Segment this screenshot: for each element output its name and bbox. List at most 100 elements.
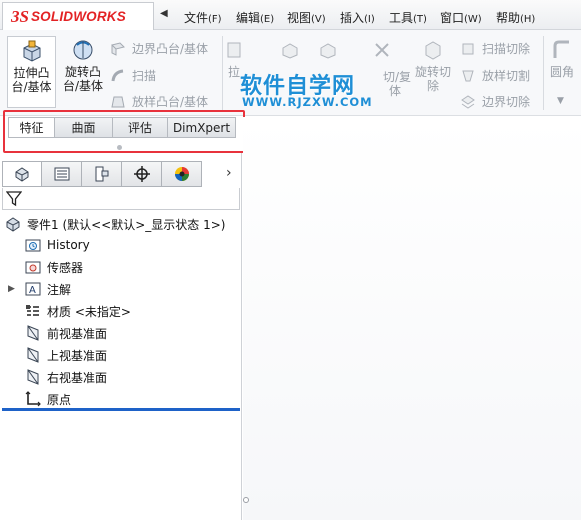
menu-insert[interactable]: 插入(I) xyxy=(340,9,375,26)
menu-help[interactable]: 帮助(H) xyxy=(496,9,535,26)
ds-logo-icon: 3S xyxy=(11,6,29,26)
splitter-handle[interactable] xyxy=(117,145,122,150)
tree-root-label: 零件1 (默认<<默认>_显示状态 1>) xyxy=(27,217,226,232)
svg-text:A: A xyxy=(29,285,36,296)
tree-item-annotations[interactable]: A 注解 xyxy=(24,280,71,298)
rollback-bar[interactable] xyxy=(2,408,240,411)
fillet-dropdown-arrow-icon[interactable]: ▼ xyxy=(557,96,564,106)
menu-window[interactable]: 窗口(W) xyxy=(440,9,482,26)
tree-item-label: 材质 <未指定> xyxy=(47,304,131,319)
revolve-boss-label-2: 台/基体 xyxy=(62,79,104,93)
tab-configuration-manager[interactable] xyxy=(82,161,122,187)
tree-item-origin[interactable]: 原点 xyxy=(24,390,71,408)
revolve-cut-button[interactable]: 旋转切 除 xyxy=(410,36,456,93)
sweep-button[interactable]: 扫描 xyxy=(110,67,156,84)
solidworks-logo[interactable]: 3S SOLIDWORKS xyxy=(2,2,154,30)
plane-icon xyxy=(24,368,42,386)
tree-item-label: History xyxy=(47,238,90,252)
toolbar-separator xyxy=(543,36,544,110)
pane-scroll-right-icon[interactable]: › xyxy=(226,165,232,181)
revolve-boss-label-1: 旋转凸 xyxy=(64,65,101,79)
boundary-boss-icon xyxy=(111,41,125,56)
feature-filter-bar[interactable] xyxy=(2,188,240,210)
loft-cut-icon[interactable] xyxy=(372,40,392,60)
hole-wizard-icon[interactable] xyxy=(280,40,300,60)
annotation-icon: A xyxy=(24,280,42,298)
sweep-cut-icon xyxy=(462,43,474,54)
tree-item-top-plane[interactable]: 上视基准面 xyxy=(24,346,107,364)
history-icon xyxy=(24,236,42,254)
app-name: SOLIDWORKS xyxy=(30,9,126,24)
revolve-cut-partial-icon[interactable] xyxy=(318,40,338,60)
toolbar-separator xyxy=(222,36,223,110)
boundary-cut-icon xyxy=(461,94,475,109)
property-list-icon xyxy=(54,167,69,181)
expand-annotations-icon[interactable]: ▶ xyxy=(8,284,15,294)
loft-cut-label-2: 体 xyxy=(389,84,402,98)
extrude-cut-label: 拉 xyxy=(227,65,240,79)
loft-boss-icon xyxy=(111,96,125,107)
tree-item-right-plane[interactable]: 右视基准面 xyxy=(24,368,107,386)
fillet-label: 圆角 xyxy=(549,65,574,79)
plane-icon xyxy=(24,346,42,364)
boundary-boss-label: 边界凸台/基体 xyxy=(132,42,209,56)
graphics-area[interactable] xyxy=(243,117,581,520)
lofted-cut-label: 放样切割 xyxy=(482,69,531,83)
color-wheel-icon xyxy=(174,167,189,181)
tree-item-label: 上视基准面 xyxy=(47,348,108,363)
menu-collapse-arrow-icon[interactable]: ◀ xyxy=(160,8,168,19)
menu-edit[interactable]: 编辑(E) xyxy=(236,9,274,26)
watermark-url: WWW.RJZXW.COM xyxy=(242,95,373,109)
sweep-cut-button[interactable]: 扫描切除 xyxy=(460,40,530,57)
tree-item-sensors[interactable]: 传感器 xyxy=(24,258,83,276)
loft-boss-button[interactable]: 放样凸台/基体 xyxy=(110,93,208,110)
tree-item-label: 前视基准面 xyxy=(47,326,108,341)
feature-tree-icon xyxy=(15,167,29,182)
revolve-cut-label-1: 旋转切 xyxy=(414,65,451,79)
tree-item-label: 注解 xyxy=(47,282,72,297)
feature-manager-pane: › 零件1 (默认<<默认>_显示状态 1>) History 传感器 ▶ A … xyxy=(0,153,242,520)
revolve-boss-button[interactable]: 旋转凸 台/基体 xyxy=(58,36,108,93)
tab-property-manager[interactable] xyxy=(42,161,82,187)
extrude-boss-icon xyxy=(23,40,40,62)
fillet-button[interactable]: 圆角 xyxy=(546,36,578,79)
tab-dimxpert-manager[interactable] xyxy=(122,161,162,187)
extrude-boss-button[interactable]: 拉伸凸 台/基体 xyxy=(7,36,56,108)
loft-boss-label: 放样凸台/基体 xyxy=(132,95,209,109)
tree-item-material[interactable]: 材质 <未指定> xyxy=(24,302,131,320)
lofted-cut-icon xyxy=(462,70,474,81)
configuration-icon xyxy=(95,166,108,182)
menu-tools[interactable]: 工具(T) xyxy=(389,9,427,26)
fillet-icon xyxy=(553,40,569,58)
tree-item-history[interactable]: History xyxy=(24,236,90,254)
sweep-label: 扫描 xyxy=(132,69,157,83)
pane-tab-strip xyxy=(2,161,202,187)
boundary-cut-label: 边界切除 xyxy=(482,95,531,109)
tree-item-label: 传感器 xyxy=(47,260,84,275)
extrude-cut-icon xyxy=(227,42,241,58)
tab-display-manager[interactable] xyxy=(162,161,202,187)
origin-icon xyxy=(24,390,42,408)
menu-view[interactable]: 视图(V) xyxy=(287,9,326,26)
extrude-boss-label-2: 台/基体 xyxy=(11,80,52,94)
menu-bar: 3S SOLIDWORKS ◀ 文件(F) 编辑(E) 视图(V) 插入(I) … xyxy=(0,0,581,30)
boundary-boss-button[interactable]: 边界凸台/基体 xyxy=(110,40,208,57)
tree-item-front-plane[interactable]: 前视基准面 xyxy=(24,324,107,342)
tab-highlight-box xyxy=(3,110,245,153)
tree-item-label: 原点 xyxy=(47,392,72,407)
extrude-boss-label-1: 拉伸凸 xyxy=(13,66,50,80)
pane-resize-handle[interactable] xyxy=(243,497,249,503)
filter-icon[interactable] xyxy=(6,190,22,207)
crosshair-icon xyxy=(133,166,150,182)
menu-file[interactable]: 文件(F) xyxy=(184,9,222,26)
tree-item-label: 右视基准面 xyxy=(47,370,108,385)
lofted-cut-button[interactable]: 放样切割 xyxy=(460,67,530,84)
revolve-cut-label-2: 除 xyxy=(426,79,439,93)
boundary-cut-button[interactable]: 边界切除 xyxy=(460,93,530,110)
tree-root-part[interactable]: 零件1 (默认<<默认>_显示状态 1>) xyxy=(4,215,225,233)
revolve-boss-icon xyxy=(73,40,93,60)
plane-icon xyxy=(24,324,42,342)
tab-feature-manager[interactable] xyxy=(2,161,42,187)
material-icon xyxy=(24,302,42,320)
sensor-icon xyxy=(24,258,42,276)
